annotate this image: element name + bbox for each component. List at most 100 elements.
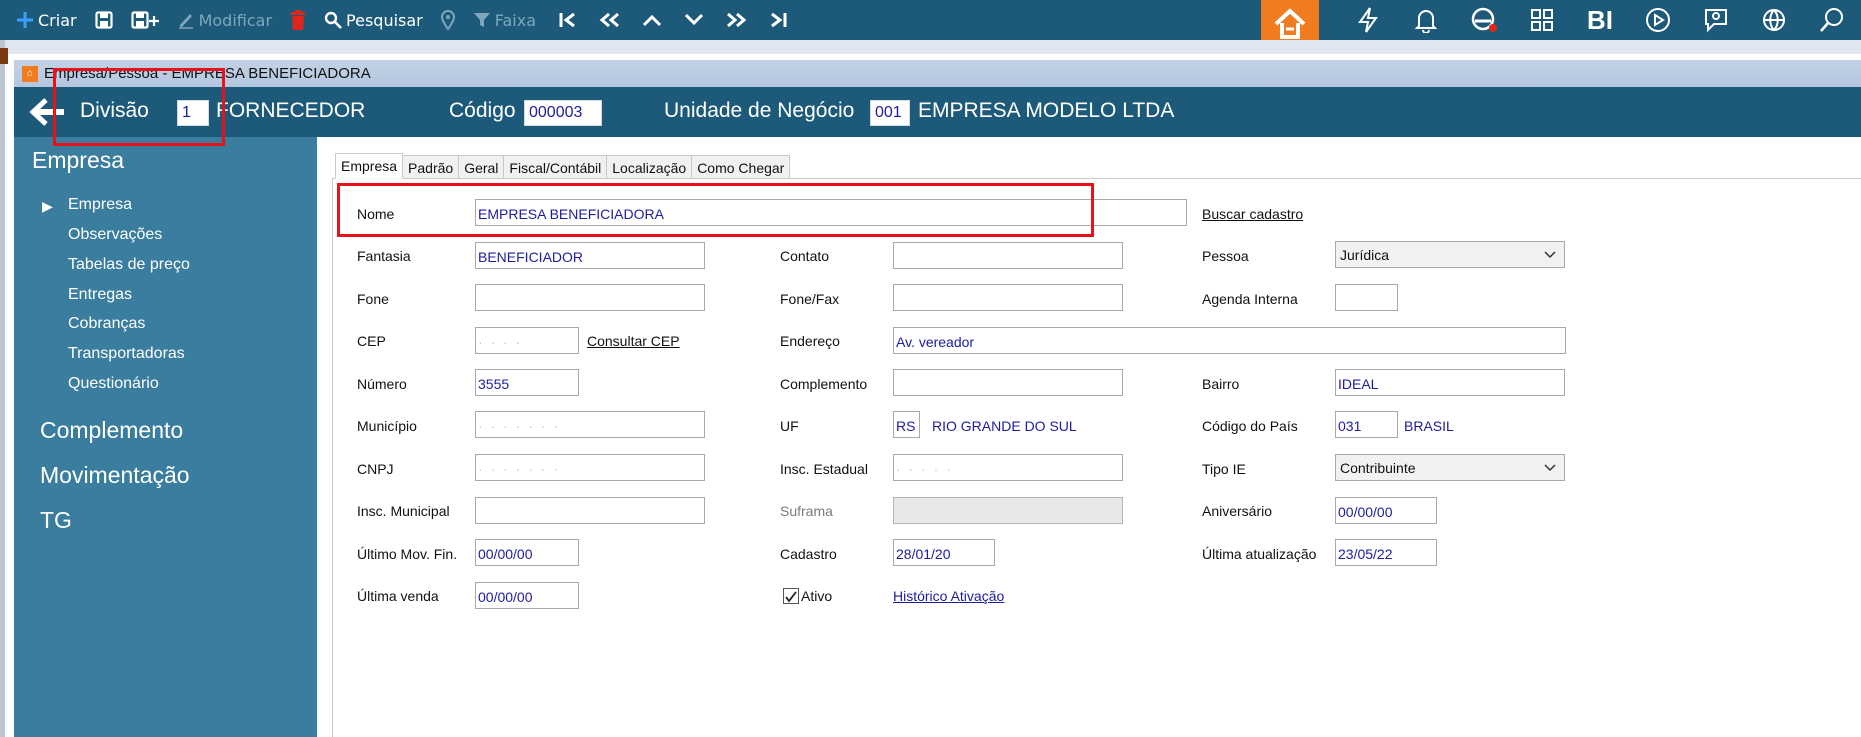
bi-button[interactable]: BI (1571, 0, 1629, 40)
agenda-interna-label: Agenda Interna (1202, 291, 1298, 307)
first-record-button[interactable] (558, 0, 576, 40)
ultima-venda-input[interactable]: 00/00/00 (475, 582, 579, 609)
sidebar-section-tg[interactable]: TG (40, 507, 72, 534)
insc-municipal-input[interactable] (475, 497, 705, 524)
suframa-input (893, 497, 1123, 524)
window-edge (0, 40, 5, 737)
sidebar-item-cobrancas[interactable]: Cobranças (68, 315, 145, 333)
lightning-icon[interactable] (1339, 0, 1397, 40)
aniversario-label: Aniversário (1202, 503, 1273, 519)
aniversario-input[interactable]: 00/00/00 (1335, 497, 1437, 524)
sidebar-item-questionario[interactable]: Questionário (68, 375, 159, 393)
pessoa-select[interactable]: Jurídica (1335, 241, 1565, 268)
code-input[interactable]: 000003 (524, 100, 602, 126)
insc-estadual-input[interactable]: · · · · · (893, 454, 1123, 481)
fone-input[interactable] (475, 284, 705, 311)
sidebar-item-observacoes[interactable]: Observações (68, 226, 162, 244)
fone-label: Fone (357, 291, 389, 307)
consultar-cep-link[interactable]: Consultar CEP (587, 333, 680, 349)
fonefax-label: Fone/Fax (780, 291, 840, 307)
cadastro-label: Cadastro (780, 546, 837, 562)
ultimo-mov-fin-input[interactable]: 00/00/00 (475, 539, 579, 566)
tab-empresa[interactable]: Empresa (335, 153, 404, 179)
previous-page-button[interactable] (598, 0, 620, 40)
ultimo-mov-fin-label: Último Mov. Fin. (357, 546, 458, 562)
next-page-button[interactable] (726, 0, 748, 40)
location-button[interactable] (440, 0, 455, 40)
codigo-pais-input[interactable]: 031 (1335, 411, 1398, 438)
tab-como-chegar[interactable]: Como Chegar (692, 155, 791, 179)
grid-icon[interactable] (1513, 0, 1571, 40)
support-icon[interactable] (1455, 0, 1513, 40)
ultima-venda-label: Última venda (357, 588, 439, 604)
bairro-label: Bairro (1202, 376, 1240, 392)
save-and-new-button[interactable] (130, 0, 159, 40)
double-chevron-left-icon (599, 12, 619, 28)
uf-input[interactable]: RS (893, 411, 920, 438)
range-filter-button[interactable]: Faixa (473, 0, 536, 40)
window-marker (0, 48, 8, 64)
search-button[interactable]: Pesquisar (324, 0, 423, 40)
range-filter-label: Faixa (494, 10, 537, 30)
next-record-button[interactable] (684, 0, 704, 40)
modify-button-label: Modificar (198, 10, 273, 30)
ativo-checkbox[interactable] (783, 588, 799, 604)
sidebar-section-complemento[interactable]: Complemento (40, 417, 183, 444)
endereco-input[interactable]: Av. vereador (893, 327, 1566, 354)
cnpj-input[interactable]: · · · · · · · (475, 454, 705, 481)
save-plus-icon (130, 11, 159, 29)
cep-input[interactable]: · · · · (475, 327, 579, 354)
tab-geral[interactable]: Geral (459, 155, 505, 179)
sidebar-item-transportadoras[interactable]: Transportadoras (68, 345, 185, 363)
historico-ativacao-link[interactable]: Histórico Ativação (893, 588, 1004, 604)
tab-padrao[interactable]: Padrão (403, 155, 460, 179)
contato-label: Contato (780, 248, 830, 264)
fonefax-input[interactable] (893, 284, 1123, 311)
play-icon[interactable] (1629, 0, 1687, 40)
nome-input[interactable]: EMPRESA BENEFICIADORA (475, 199, 1187, 226)
last-record-button[interactable] (770, 0, 788, 40)
agenda-interna-input[interactable] (1335, 284, 1398, 311)
create-button[interactable]: Criar (16, 0, 77, 40)
numero-input[interactable]: 3555 (475, 369, 579, 396)
globe-icon[interactable] (1745, 0, 1803, 40)
municipio-label: Município (357, 418, 417, 434)
ultima-atualizacao-input[interactable]: 23/05/22 (1335, 539, 1437, 566)
tab-localizacao[interactable]: Localização (607, 155, 693, 179)
sidebar-item-empresa[interactable]: Empresa (68, 196, 132, 214)
division-input[interactable]: 1 (177, 100, 209, 126)
fantasia-label: Fantasia (357, 248, 411, 264)
contato-input[interactable] (893, 242, 1123, 269)
bell-icon[interactable] (1397, 0, 1455, 40)
save-button[interactable] (94, 0, 113, 40)
trash-icon (291, 10, 306, 30)
modify-button[interactable]: Modificar (177, 0, 272, 40)
last-icon (771, 12, 787, 28)
sidebar-section-movimentacao[interactable]: Movimentação (40, 462, 190, 489)
sidebar-item-tabelas-de-preco[interactable]: Tabelas de preço (68, 256, 190, 274)
fantasia-input[interactable]: BENEFICIADOR (475, 242, 705, 269)
chevron-down-icon (684, 13, 704, 26)
complemento-input[interactable] (893, 369, 1123, 396)
sidebar-item-entregas[interactable]: Entregas (68, 286, 132, 304)
chat-icon[interactable] (1687, 0, 1745, 40)
buscar-cadastro-link[interactable]: Buscar cadastro (1202, 206, 1303, 222)
bairro-input[interactable]: IDEAL (1335, 369, 1565, 396)
code-label: Código (449, 99, 516, 122)
business-unit-label: Unidade de Negócio (664, 99, 855, 122)
search-button-label: Pesquisar (346, 10, 423, 30)
business-unit-code-input[interactable]: 001 (870, 100, 910, 126)
previous-record-button[interactable] (642, 0, 662, 40)
tab-fiscal-contabil[interactable]: Fiscal/Contábil (504, 155, 608, 179)
cep-label: CEP (357, 333, 386, 349)
current-item-arrow-icon: ▶ (42, 198, 53, 214)
tipo-ie-select[interactable]: Contribuinte (1335, 454, 1565, 481)
back-arrow-icon[interactable] (28, 97, 68, 127)
home-logo-icon (1274, 8, 1306, 39)
map-pin-icon (440, 10, 455, 30)
global-search-icon[interactable] (1803, 0, 1861, 40)
sidebar-section-empresa[interactable]: Empresa (32, 147, 124, 174)
cadastro-input[interactable]: 28/01/20 (893, 539, 995, 566)
municipio-input[interactable]: · · · · · · · (475, 411, 705, 438)
delete-button[interactable] (290, 0, 306, 40)
